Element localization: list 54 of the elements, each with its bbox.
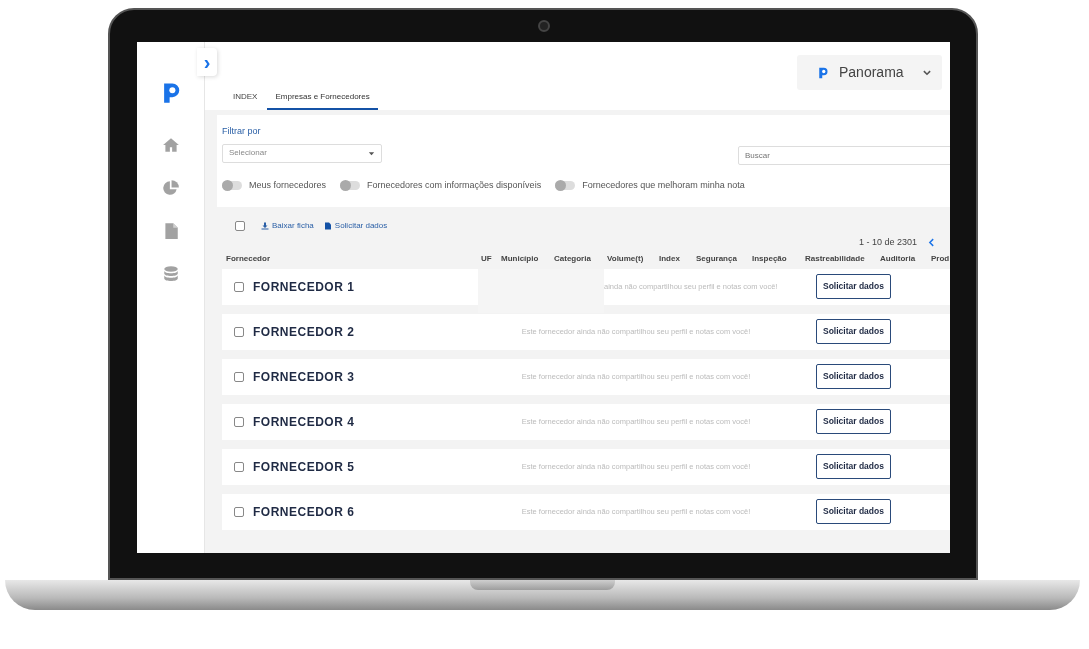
toggle-label: Fornecedores com informações disponíveis xyxy=(367,178,542,192)
tab[interactable]: Empresas e Fornecedores xyxy=(267,87,378,110)
request-data-button[interactable]: Solicitar dados xyxy=(816,499,891,524)
supplier-name: FORNECEDOR 5 xyxy=(253,458,356,476)
column-header: Inspeção xyxy=(752,252,788,265)
search-field[interactable]: Buscar xyxy=(738,146,950,165)
request-link[interactable]: Solicitar dados xyxy=(323,220,388,232)
download-icon xyxy=(261,222,269,230)
request-data-button[interactable]: Solicitar dados xyxy=(816,319,891,344)
column-header: Fornecedor xyxy=(226,252,271,265)
home-icon[interactable] xyxy=(161,136,180,154)
request-data-button[interactable]: Solicitar dados xyxy=(816,409,891,434)
row-checkbox[interactable] xyxy=(234,416,244,427)
row-checkbox[interactable] xyxy=(234,371,244,382)
column-header: Rastreabilidade xyxy=(805,252,866,265)
pie-chart-icon[interactable] xyxy=(161,179,180,197)
row-checkbox[interactable] xyxy=(234,281,244,292)
request-data-button[interactable]: Solicitar dados xyxy=(816,364,891,389)
camera-icon xyxy=(538,20,550,32)
row-checkbox[interactable] xyxy=(234,461,244,472)
toggle-switch[interactable] xyxy=(340,180,361,190)
database-icon[interactable] xyxy=(161,265,180,283)
previous-icon[interactable] xyxy=(927,238,937,248)
toggle-label: Meus fornecedores xyxy=(249,178,327,192)
row-checkbox[interactable] xyxy=(234,506,244,517)
toggle-label: Fornecedores que melhoram minha nota xyxy=(582,178,745,192)
request-data-button[interactable]: Solicitar dados xyxy=(816,274,891,299)
column-header: Index xyxy=(659,252,681,265)
column-header: Categoria xyxy=(554,252,592,265)
document-icon xyxy=(323,222,332,230)
filter-title: Filtrar por xyxy=(222,125,262,138)
app-menu-button[interactable]: Panorama xyxy=(797,55,942,90)
toggle-switch[interactable] xyxy=(555,180,576,190)
column-header: Auditoria xyxy=(880,252,917,265)
column-header: Município xyxy=(501,252,540,265)
row-checkbox[interactable] xyxy=(234,326,244,337)
supplier-name: FORNECEDOR 2 xyxy=(253,323,356,341)
select-all-checkbox[interactable] xyxy=(235,221,245,231)
supplier-name: FORNECEDOR 6 xyxy=(253,503,356,521)
request-data-button[interactable]: Solicitar dados xyxy=(816,454,891,479)
column-header: Segurança xyxy=(696,252,738,265)
supplier-name: FORNECEDOR 3 xyxy=(253,368,356,386)
download-link[interactable]: Baixar ficha xyxy=(261,220,314,232)
toggle-switch[interactable] xyxy=(222,180,242,190)
supplier-name: FORNECEDOR 1 xyxy=(253,278,356,296)
tab[interactable]: INDEX xyxy=(225,87,266,110)
supplier-name: FORNECEDOR 4 xyxy=(253,413,356,431)
expand-button[interactable]: › xyxy=(197,48,217,76)
caret-icon xyxy=(368,149,375,157)
column-header: UF xyxy=(481,252,493,265)
pagination-range: 1 - 10 de 2301 xyxy=(859,236,918,249)
column-header: Prod xyxy=(931,252,950,265)
select-dropdown[interactable]: Selecionar xyxy=(222,143,382,163)
column-header: Volume(t) xyxy=(607,252,645,265)
